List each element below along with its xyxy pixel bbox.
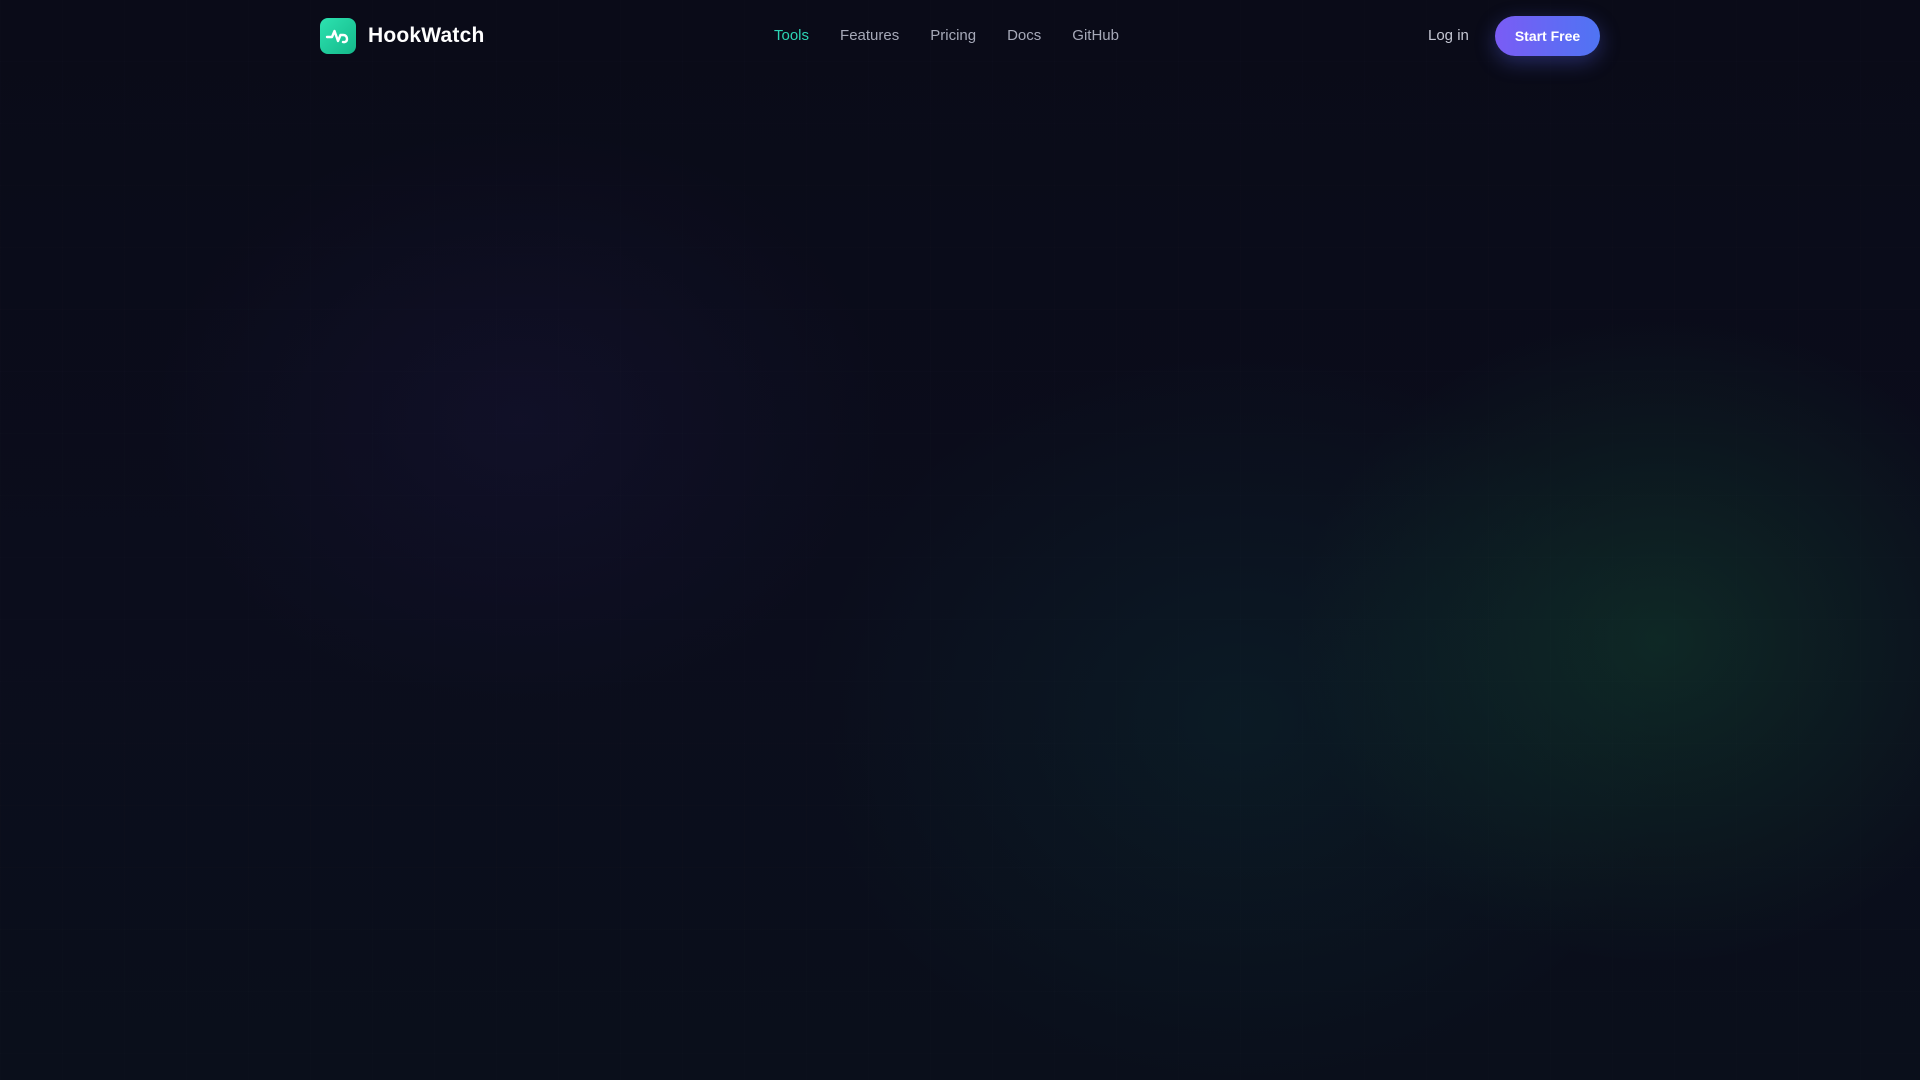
start-free-button[interactable]: Start Free xyxy=(1495,16,1600,56)
brand-home-link[interactable]: HookWatch xyxy=(320,18,485,54)
nav-link-tools[interactable]: Tools xyxy=(774,24,809,48)
nav-link-github[interactable]: GitHub xyxy=(1072,24,1119,48)
main-nav: Tools Features Pricing Docs GitHub xyxy=(774,24,1119,48)
pulse-hook-icon xyxy=(320,18,356,54)
nav-link-docs[interactable]: Docs xyxy=(1007,24,1041,48)
login-link[interactable]: Log in xyxy=(1428,24,1469,48)
top-navbar: HookWatch Tools Features Pricing Docs Gi… xyxy=(0,0,1920,72)
page: HookWatch Tools Features Pricing Docs Gi… xyxy=(0,0,1920,1080)
nav-link-pricing[interactable]: Pricing xyxy=(930,24,976,48)
brand-name: HookWatch xyxy=(368,24,485,47)
nav-link-features[interactable]: Features xyxy=(840,24,899,48)
background-pattern xyxy=(0,0,1920,1080)
